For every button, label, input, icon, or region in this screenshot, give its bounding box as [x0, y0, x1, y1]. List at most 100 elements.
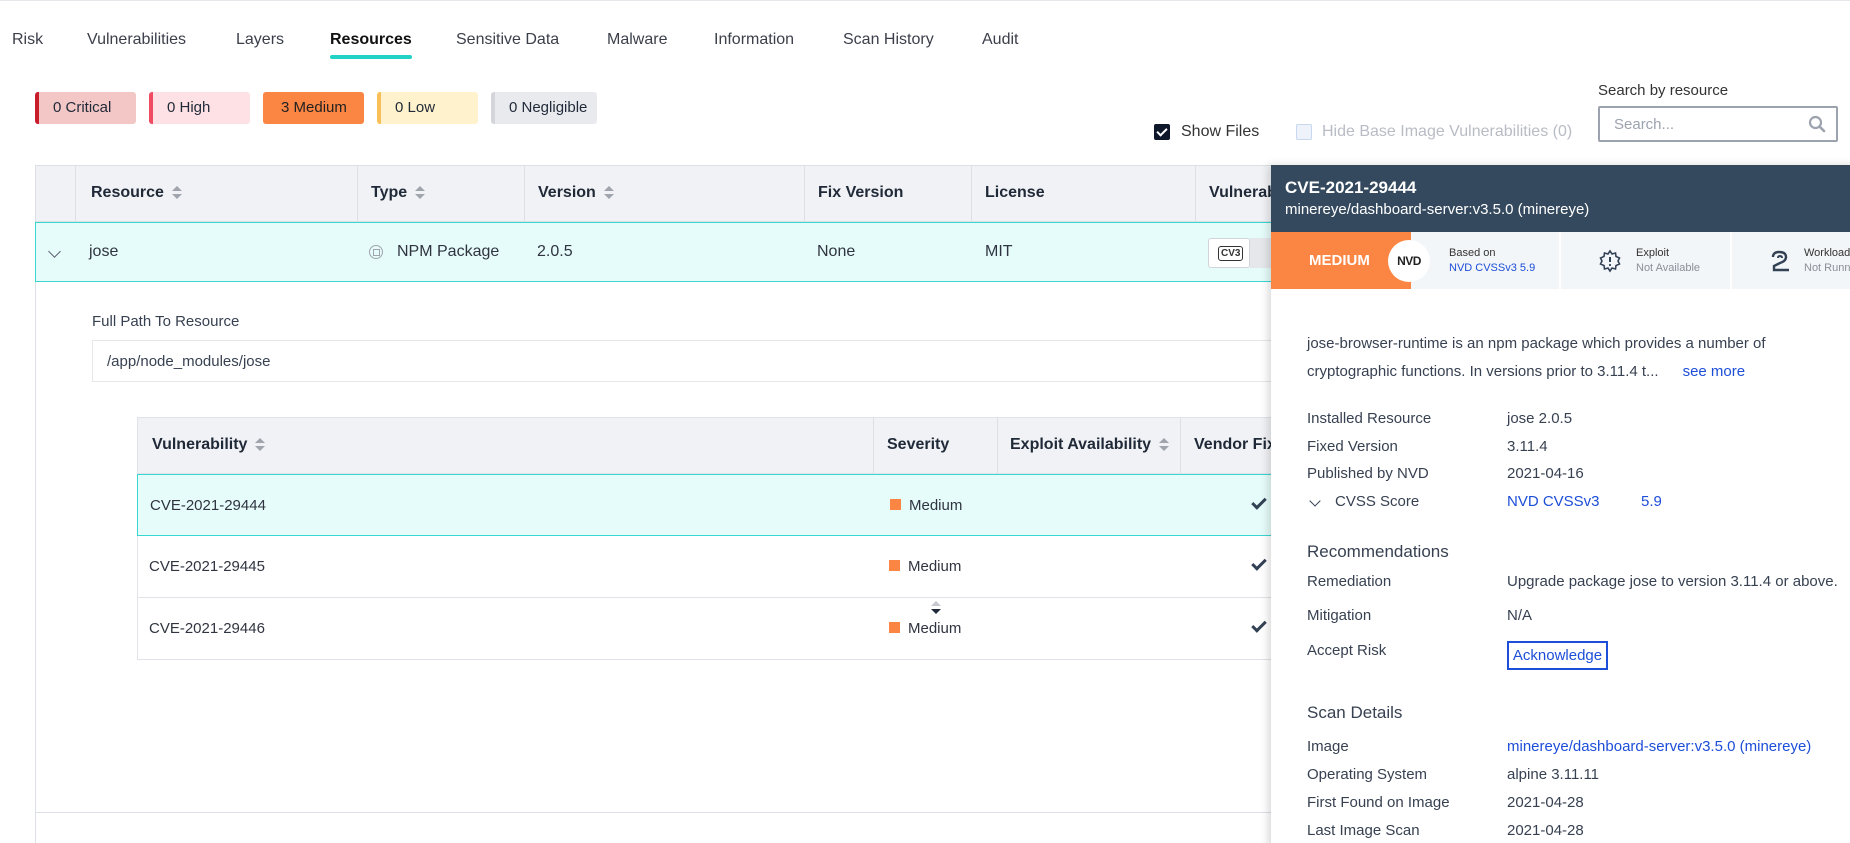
- tab-information[interactable]: Information: [714, 31, 794, 49]
- tab-bar: Risk Vulnerabilities Layers Resources Se…: [0, 0, 1850, 64]
- sort-icon: [603, 185, 614, 200]
- installed-resource-value: jose 2.0.5: [1507, 410, 1573, 427]
- vuln-id[interactable]: CVE-2021-29446: [149, 620, 265, 637]
- header-vendor-fix: Vendor Fix: [1194, 436, 1276, 453]
- search-input[interactable]: [1600, 108, 1790, 140]
- vuln-row[interactable]: CVE-2021-29444 Medium: [137, 474, 1387, 536]
- vulnerabilities-table: Vulnerability Severity Exploit Availabil…: [137, 417, 1387, 660]
- acknowledge-button[interactable]: Acknowledge: [1507, 641, 1608, 670]
- show-files-label[interactable]: Show Files: [1181, 123, 1259, 141]
- last-scan-value: 2021-04-28: [1507, 822, 1584, 839]
- image-label: Image: [1307, 738, 1349, 755]
- sort-icon: [255, 437, 266, 452]
- sort-icon: [1159, 437, 1170, 452]
- medium-severity-icon: [889, 560, 900, 571]
- header-version[interactable]: Version: [538, 184, 614, 202]
- hide-base-checkbox[interactable]: [1296, 124, 1312, 140]
- resource-version: 2.0.5: [537, 243, 573, 260]
- vuln-severity: Medium: [889, 558, 961, 575]
- mitigation-label: Mitigation: [1307, 607, 1372, 624]
- tab-sensitive-data[interactable]: Sensitive Data: [456, 31, 559, 49]
- remediation-value: Upgrade package jose to version 3.11.4 o…: [1507, 573, 1838, 590]
- see-more-link[interactable]: see more: [1683, 363, 1746, 380]
- tab-risk[interactable]: Risk: [12, 31, 43, 49]
- vuln-row[interactable]: CVE-2021-29445 Medium: [138, 536, 1386, 598]
- os-value: alpine 3.11.11: [1507, 766, 1600, 783]
- last-scan-label: Last Image Scan: [1307, 822, 1420, 839]
- os-label: Operating System: [1307, 766, 1428, 783]
- exploit-icon: [1599, 249, 1621, 273]
- header-fix-version: Fix Version: [818, 184, 904, 201]
- tab-audit[interactable]: Audit: [982, 31, 1018, 49]
- check-icon: [1251, 494, 1267, 510]
- exploit-label: Exploit: [1636, 247, 1670, 259]
- header-vulnerability[interactable]: Vulnerability: [152, 436, 266, 454]
- cvss-toggle-button[interactable]: CV3: [1208, 238, 1250, 268]
- vuln-row[interactable]: CVE-2021-29446 Medium: [138, 598, 1386, 660]
- header-exploit[interactable]: Exploit Availability: [1010, 436, 1170, 454]
- based-on-link[interactable]: NVD CVSSv3 5.9: [1449, 262, 1535, 274]
- show-files-checkbox[interactable]: [1154, 124, 1170, 140]
- scan-details-title: Scan Details: [1307, 703, 1403, 722]
- vuln-id[interactable]: CVE-2021-29444: [150, 497, 266, 514]
- search-label: Search by resource: [1598, 82, 1729, 99]
- accept-risk-label: Accept Risk: [1307, 642, 1387, 659]
- check-icon: [1251, 555, 1267, 571]
- recommendations-title: Recommendations: [1307, 542, 1449, 561]
- critical-chip[interactable]: 0 Critical: [35, 92, 136, 124]
- tab-vulnerabilities[interactable]: Vulnerabilities: [87, 31, 186, 49]
- cvss-source-link[interactable]: NVD CVSSv3: [1507, 493, 1600, 510]
- tab-layers[interactable]: Layers: [236, 31, 284, 49]
- exploit-value: Not Available: [1636, 262, 1701, 274]
- vuln-severity: Medium: [890, 497, 962, 514]
- fixed-version-value: 3.11.4: [1507, 438, 1548, 455]
- fixed-version-label: Fixed Version: [1307, 438, 1398, 455]
- sort-icon: [415, 185, 426, 200]
- medium-chip[interactable]: 3 Medium: [263, 92, 364, 124]
- negligible-chip[interactable]: 0 Negligible: [491, 92, 597, 124]
- cvss-score-label[interactable]: CVSS Score: [1335, 493, 1419, 510]
- drawer-title: CVE-2021-29444: [1285, 178, 1417, 197]
- resource-fix-version: None: [817, 243, 856, 260]
- chevron-down-icon[interactable]: [1309, 495, 1321, 507]
- mitigation-value: N/A: [1507, 607, 1533, 624]
- nvd-icon: NVD: [1388, 240, 1430, 282]
- search-icon[interactable]: [1808, 115, 1826, 133]
- sort-icon: [171, 185, 182, 200]
- workloads-value: Not Running: [1804, 262, 1850, 274]
- cvss-score-value[interactable]: 5.9: [1641, 493, 1662, 510]
- image-link[interactable]: minereye/dashboard-server:v3.5.0 (minere…: [1507, 738, 1811, 755]
- chevron-down-icon[interactable]: [48, 245, 61, 258]
- tab-resources[interactable]: Resources: [330, 31, 412, 59]
- tab-scan-history[interactable]: Scan History: [843, 31, 934, 49]
- package-icon: [369, 245, 383, 259]
- header-resource[interactable]: Resource: [91, 184, 182, 202]
- cvss-icon: CV3: [1218, 246, 1244, 261]
- severity-banner: MEDIUM NVD Based on NVD CVSSv3 5.9 Explo…: [1271, 232, 1850, 289]
- drawer-subtitle: minereye/dashboard-server:v3.5.0 (minere…: [1285, 201, 1590, 218]
- resource-name: jose: [89, 243, 119, 260]
- low-chip[interactable]: 0 Low: [377, 92, 478, 124]
- resource-license: MIT: [985, 243, 1013, 260]
- vuln-severity: Medium: [889, 620, 961, 637]
- vulnerability-drawer: CVE-2021-29444 minereye/dashboard-server…: [1271, 165, 1850, 843]
- installed-resource-label: Installed Resource: [1307, 410, 1432, 427]
- high-chip[interactable]: 0 High: [149, 92, 250, 124]
- published-value: 2021-04-16: [1507, 465, 1584, 482]
- header-vulnerabilities: Vulnerab: [1209, 184, 1277, 201]
- check-icon: [1251, 617, 1267, 633]
- medium-severity-icon: [890, 499, 901, 510]
- first-found-label: First Found on Image: [1307, 794, 1450, 811]
- header-type[interactable]: Type: [371, 184, 426, 202]
- tab-malware[interactable]: Malware: [607, 31, 667, 49]
- based-on-label: Based on: [1449, 247, 1496, 259]
- medium-severity-icon: [889, 622, 900, 633]
- vuln-table-header: Vulnerability Severity Exploit Availabil…: [138, 418, 1386, 614]
- vuln-id[interactable]: CVE-2021-29445: [149, 558, 265, 575]
- app-root: Risk Vulnerabilities Layers Resources Se…: [0, 0, 1850, 843]
- full-path-value: /app/node_modules/jose: [92, 340, 1442, 382]
- workloads-label: Workloads: [1804, 247, 1850, 259]
- search-box: [1598, 106, 1838, 142]
- header-severity[interactable]: Severity: [887, 436, 949, 614]
- remediation-label: Remediation: [1307, 573, 1392, 590]
